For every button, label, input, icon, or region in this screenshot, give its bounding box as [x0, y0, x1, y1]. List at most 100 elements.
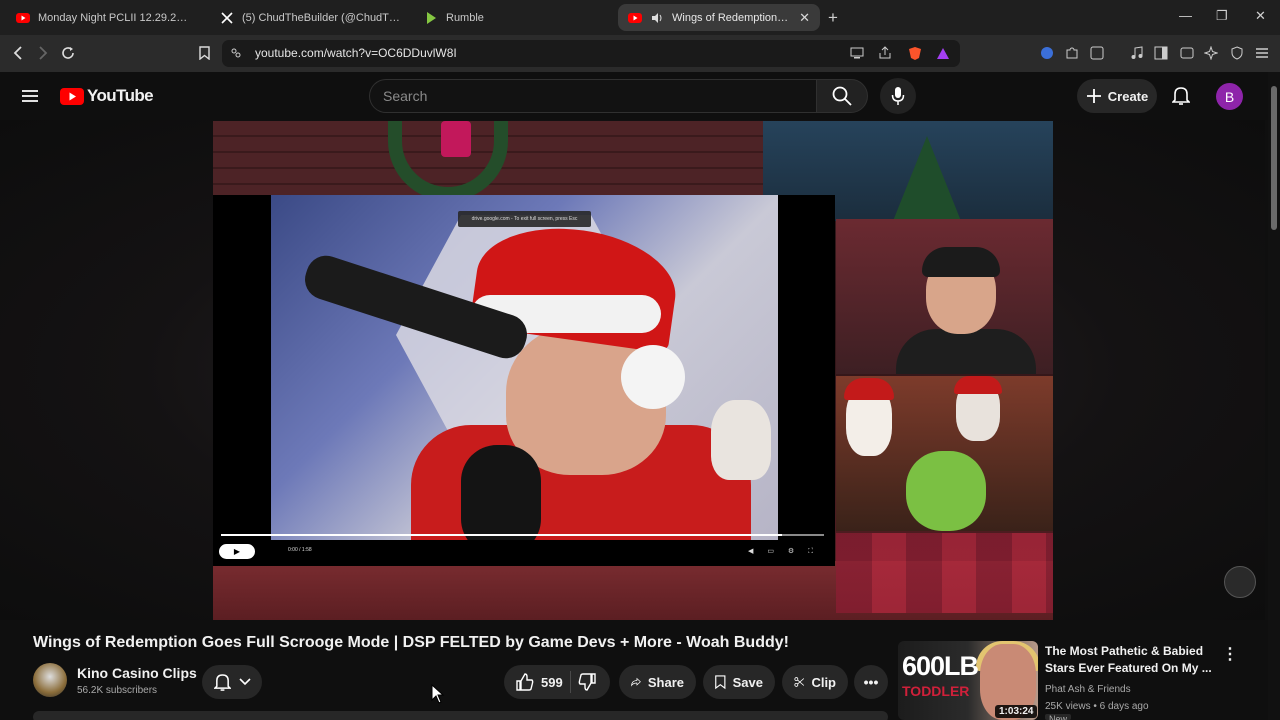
extension-globe-icon[interactable]: [1038, 44, 1056, 62]
close-tab-icon[interactable]: ✕: [799, 10, 810, 26]
close-window-icon[interactable]: ✕: [1255, 8, 1266, 24]
share-button[interactable]: Share: [619, 665, 696, 699]
new-badge: New: [1045, 714, 1072, 720]
tab-label: Wings of Redemption Goes F: [672, 11, 791, 24]
bell-icon: [213, 673, 231, 691]
mouse-cursor-icon: [431, 684, 445, 704]
minimize-icon[interactable]: —: [1179, 8, 1192, 23]
bow-decor: [441, 121, 471, 157]
bookmark-save-icon: [715, 675, 726, 690]
christmas-tree-decor: [893, 136, 961, 221]
more-actions-button[interactable]: •••: [854, 665, 888, 699]
save-button[interactable]: Save: [703, 665, 775, 699]
cast-icon[interactable]: [848, 44, 866, 62]
tab-label: Monday Night PCLII 12.29.25 - Perry: [38, 11, 192, 24]
description-box[interactable]: [33, 711, 888, 720]
like-divider: [569, 671, 571, 693]
recommended-channel-name[interactable]: Phat Ash & Friends: [1045, 681, 1149, 698]
browser-tab-2[interactable]: (5) ChudTheBuilder (@ChudTheBuilde: [210, 4, 410, 31]
reload-icon[interactable]: [59, 44, 77, 62]
person-body: [896, 329, 1036, 374]
brave-shield-icon[interactable]: [906, 44, 924, 62]
streamer-cam-bottom: [836, 376, 1053, 531]
clip-label: Clip: [811, 674, 836, 690]
vpn-icon[interactable]: [1228, 44, 1246, 62]
restore-icon[interactable]: ❐: [1216, 8, 1228, 24]
share-icon: [631, 677, 641, 687]
browser-tab-3[interactable]: Rumble: [414, 4, 614, 31]
bookmark-icon[interactable]: [195, 44, 213, 62]
embedded-controls-icons: ◀ ▭ ⚙ ⛶: [748, 548, 820, 555]
clip-button[interactable]: Clip: [782, 665, 848, 699]
streamer-cam-top: [836, 219, 1053, 374]
channel-watermark[interactable]: [1224, 566, 1256, 598]
account-avatar[interactable]: B: [1216, 83, 1243, 110]
thumbs-up-icon[interactable]: [516, 673, 534, 691]
notifications-bell-icon[interactable]: [1171, 86, 1191, 106]
embedded-play-button: ▶: [219, 544, 255, 559]
santa-hat-pom: [621, 345, 685, 409]
search-input[interactable]: [369, 79, 816, 113]
search-placeholder: Search: [383, 88, 428, 104]
url-text[interactable]: youtube.com/watch?v=OC6DDuvlW8I: [255, 46, 457, 60]
thumb-subheadline: TODDLER: [902, 683, 970, 699]
create-label: Create: [1107, 88, 1149, 104]
share-label: Share: [647, 674, 684, 690]
extensions-puzzle-icon[interactable]: [1063, 44, 1081, 62]
santa-figure-hat: [954, 376, 1002, 394]
scrollbar-thumb[interactable]: [1271, 86, 1277, 230]
tab-label: (5) ChudTheBuilder (@ChudTheBuilde: [242, 11, 400, 24]
recommended-video-title[interactable]: The Most Pathetic & Babied Stars Ever Fe…: [1045, 643, 1215, 677]
scissors-icon: [794, 677, 805, 687]
site-settings-icon[interactable]: [227, 44, 245, 62]
brave-rewards-icon[interactable]: [934, 44, 952, 62]
like-count[interactable]: 599: [541, 675, 563, 690]
new-tab-button[interactable]: +: [828, 8, 838, 28]
person-headphones: [922, 247, 1000, 277]
tab-label: Rumble: [446, 11, 484, 24]
search-icon: [832, 86, 852, 106]
fullscreen-toast: drive.google.com - To exit full screen, …: [458, 211, 591, 227]
microphone-icon: [891, 87, 905, 105]
thumb-headline: 600LB: [902, 651, 979, 681]
youtube-logo-text: YouTube: [87, 86, 154, 105]
tab-search-icon[interactable]: [1088, 44, 1106, 62]
grinch-costume: [906, 451, 986, 531]
search-button[interactable]: [816, 79, 868, 113]
plush-dog: [711, 400, 771, 480]
back-icon[interactable]: [9, 44, 27, 62]
wallet-icon[interactable]: [1178, 44, 1196, 62]
subscriber-count: 56.2K subscribers: [77, 685, 158, 696]
thumbs-down-icon[interactable]: [578, 673, 596, 691]
sidebar-icon[interactable]: [1152, 44, 1170, 62]
voice-search-button[interactable]: [880, 78, 916, 114]
youtube-logo[interactable]: YouTube: [60, 86, 154, 106]
browser-tab-4[interactable]: Wings of Redemption Goes F ✕: [618, 4, 820, 31]
more-horizontal-icon: •••: [863, 674, 879, 690]
embedded-time: 0:00 / 1:58: [288, 547, 312, 553]
youtube-icon: [628, 11, 642, 25]
menu-icon[interactable]: [1253, 44, 1271, 62]
chevron-down-icon: [238, 678, 251, 686]
hamburger-menu-icon[interactable]: [21, 87, 39, 105]
browser-tab-1[interactable]: Monday Night PCLII 12.29.25 - Perry: [6, 4, 202, 31]
save-label: Save: [732, 674, 763, 690]
video-duration-badge: 1:03:24: [995, 705, 1038, 718]
share-page-icon[interactable]: [876, 44, 894, 62]
more-vertical-icon[interactable]: ⋮: [1222, 644, 1238, 664]
channel-name[interactable]: Kino Casino Clips: [77, 665, 197, 681]
embedded-progress-bar: [221, 534, 824, 536]
gift-boxes-decor: [836, 533, 1053, 613]
leo-ai-icon[interactable]: [1202, 44, 1220, 62]
recommended-video-meta: Phat Ash & Friends 25K views • 6 days ag…: [1045, 681, 1149, 715]
video-title: Wings of Redemption Goes Full Scrooge Mo…: [33, 634, 789, 651]
media-icon[interactable]: [1128, 44, 1146, 62]
subscription-bell-button[interactable]: [202, 665, 262, 699]
webcam-feed: [271, 195, 778, 540]
forward-icon[interactable]: [34, 44, 52, 62]
youtube-logo-icon: [60, 87, 84, 105]
santa-figure-hat: [844, 378, 894, 400]
channel-avatar[interactable]: [33, 663, 67, 697]
create-button[interactable]: Create: [1077, 79, 1157, 113]
speaker-icon[interactable]: [650, 11, 664, 25]
